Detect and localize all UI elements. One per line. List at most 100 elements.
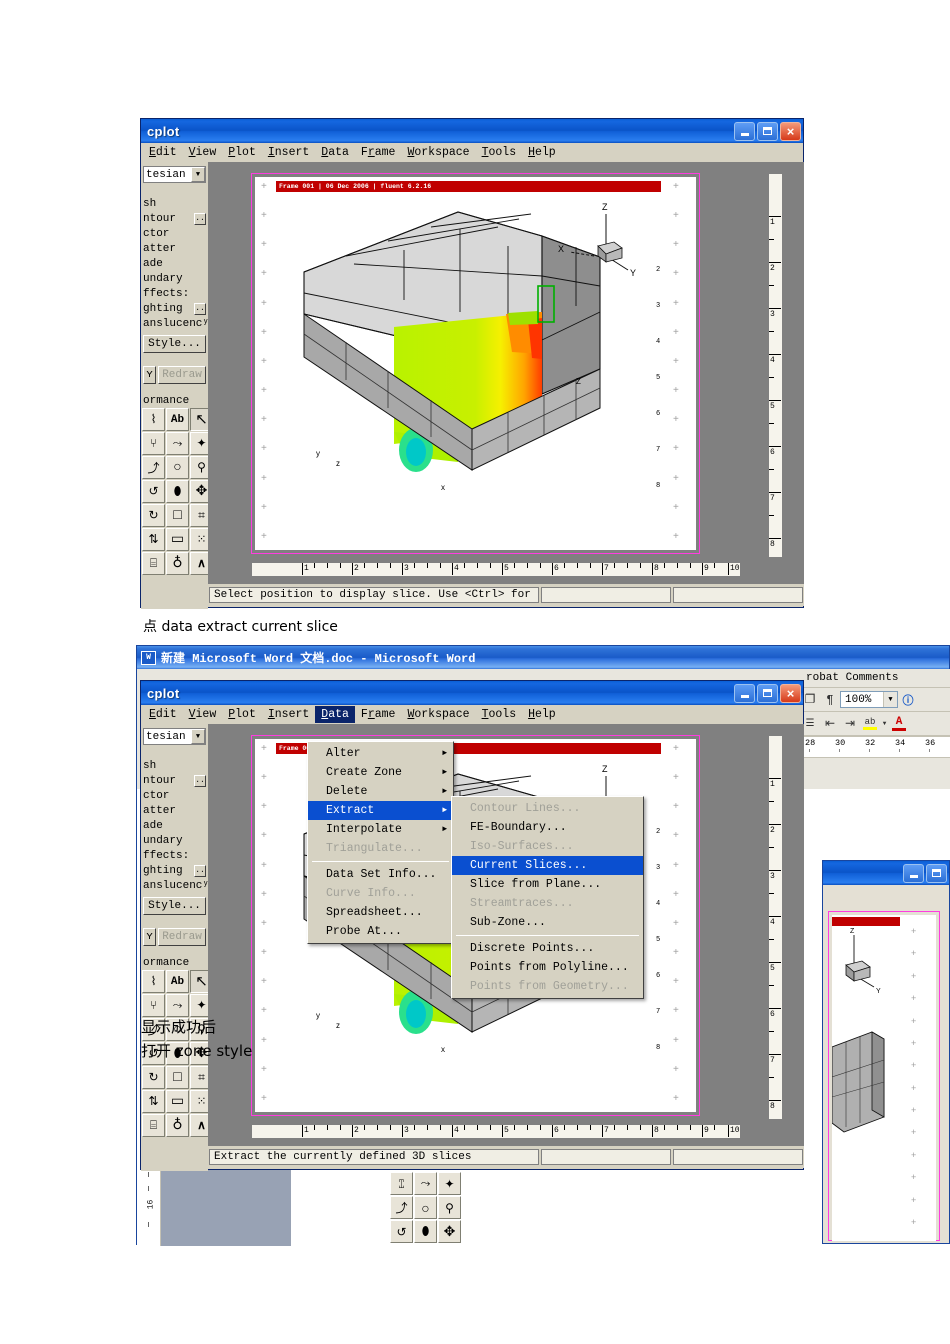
chevron-down-icon[interactable]: ▼	[883, 692, 897, 707]
globe-icon[interactable]: ♁	[166, 1114, 189, 1137]
translate-icon[interactable]: ⇅	[142, 528, 165, 551]
extract-submenu[interactable]: Contour Lines... FE-Boundary... Iso-Surf…	[451, 796, 644, 999]
window1-caption-buttons[interactable]: ×	[734, 121, 801, 141]
minimize-button[interactable]	[734, 683, 755, 703]
menu-item-extract[interactable]: Extract ►	[308, 801, 453, 820]
redraw-row[interactable]: ʏ Redraw	[141, 926, 208, 948]
window1-sidebar[interactable]: tesian ▼ sh ntour .. ctor atter ade unda…	[141, 162, 213, 609]
layer-contour[interactable]: ntour ..	[141, 773, 208, 788]
window2-sidebar[interactable]: tesian ▼ sh ntour .. ctor atter ade unda…	[141, 724, 213, 1171]
window1-menubar[interactable]: Edit View Plot Insert Data Frame Workspa…	[141, 143, 803, 162]
arc-icon[interactable]: ⤴	[390, 1196, 413, 1219]
globe-icon[interactable]: ♁	[166, 552, 189, 575]
layer-mesh[interactable]: sh	[141, 196, 208, 211]
layer-vector[interactable]: ctor	[141, 788, 208, 803]
horizontal-ruler[interactable]: 1 2 3 4 5 6 7 8 9 10	[251, 1124, 741, 1139]
redraw-small-button[interactable]: ʏ	[143, 928, 156, 946]
menu-data[interactable]: Data	[315, 144, 355, 161]
brush-icon[interactable]: ⌇	[142, 970, 165, 993]
plot-type-dropdown[interactable]: tesian ▼	[143, 728, 206, 745]
highlight-icon[interactable]: ab	[860, 714, 880, 734]
magnet-icon[interactable]: ⑂	[142, 994, 165, 1017]
spin-icon[interactable]: ↻	[142, 1066, 165, 1089]
layer-shade[interactable]: ade	[141, 256, 208, 271]
zone-style-button[interactable]: Style...	[143, 335, 206, 353]
submenu-item-slice-from-plane[interactable]: Slice from Plane...	[452, 875, 643, 894]
vertical-ruler[interactable]: 1 2 3 4 5 6 7 8	[768, 173, 783, 558]
minimize-button[interactable]	[903, 863, 924, 883]
square-icon[interactable]: □	[166, 1066, 189, 1089]
tecplot-window-2[interactable]: cplot × Edit View Plot Insert Data Frame…	[140, 680, 804, 1171]
submenu-item-fe-boundary[interactable]: FE-Boundary...	[452, 818, 643, 837]
effect-translucency[interactable]: anslucencʸ	[141, 878, 208, 893]
circle-icon[interactable]: ○	[166, 456, 189, 479]
layer-toggle-group[interactable]: sh ntour .. ctor atter ade undary ffects…	[141, 193, 208, 333]
submenu-item-current-slices[interactable]: Current Slices...	[452, 856, 643, 875]
polyline-icon[interactable]: ⤳	[166, 432, 189, 455]
menu-item-triangulate[interactable]: Triangulate...	[308, 839, 453, 858]
wand-icon[interactable]: ✦	[438, 1172, 461, 1195]
bottom-toolbar-fragment[interactable]: ⑄ ⤳ ✦ ⤴ ○ ⚲ ↺ ⬮ ✥	[390, 1172, 462, 1244]
zone-style-button[interactable]: Style...	[143, 897, 206, 915]
drawing-toolbar[interactable]: ⌇ Ab ↖ ⑂ ⤳ ✦ ⤴ ○ ⚲ ↺ ⬮ ✥ ↻ □ ⌗ ⇅ ▭ ⁙ ⌸ ♁	[141, 408, 213, 575]
menu-tools[interactable]: Tools	[476, 144, 523, 161]
minimize-button[interactable]	[734, 121, 755, 141]
tecplot-3d-plot[interactable]: Z Y X Z y z x	[276, 194, 668, 524]
effect-lighting[interactable]: ghtinɡ ..	[141, 301, 208, 316]
ellipse-icon[interactable]: ⬮	[414, 1220, 437, 1243]
layer-toggle-group[interactable]: sh ntour .. ctor atter ade undary ffects…	[141, 755, 208, 895]
word-horizontal-ruler[interactable]: 28 30 32 34 36	[797, 736, 950, 758]
arc-icon[interactable]: ⤴	[142, 456, 165, 479]
menu-help[interactable]: Help	[522, 706, 562, 723]
circle-icon[interactable]: ○	[414, 1196, 437, 1219]
layer-boundary[interactable]: undary	[141, 833, 208, 848]
acrobat-comments-menu[interactable]: robat Comments	[800, 672, 898, 684]
increase-indent-icon[interactable]: ⇥	[840, 714, 860, 734]
submenu-item-sub-zone[interactable]: Sub-Zone...	[452, 913, 643, 932]
translate-icon[interactable]: ⇅	[142, 1090, 165, 1113]
menu-plot[interactable]: Plot	[222, 706, 262, 723]
polyline-icon[interactable]: ⤳	[414, 1172, 437, 1195]
menu-tools[interactable]: Tools	[476, 706, 523, 723]
show-formatting-icon[interactable]: ¶	[820, 690, 840, 710]
menu-item-spreadsheet[interactable]: Spreadsheet...	[308, 903, 453, 922]
menu-plot[interactable]: Plot	[222, 144, 262, 161]
redraw-small-button[interactable]: ʏ	[143, 366, 156, 384]
window2-caption-buttons[interactable]: ×	[734, 683, 801, 703]
contour-detail-button[interactable]: ..	[194, 774, 206, 787]
redraw-button[interactable]: Redraw	[158, 928, 206, 946]
maximize-button[interactable]	[926, 863, 947, 883]
menu-edit[interactable]: Edit	[143, 706, 183, 723]
polyline-icon[interactable]: ⤳	[166, 994, 189, 1017]
layer-vector[interactable]: ctor	[141, 226, 208, 241]
menu-frame[interactable]: Frame	[355, 144, 402, 161]
lighting-detail-button[interactable]: ..	[194, 302, 206, 315]
rotate-icon[interactable]: ↺	[142, 480, 165, 503]
tecplot-window-1[interactable]: cplot × Edit View Plot Insert Data Frame…	[140, 118, 804, 609]
menu-frame[interactable]: Frame	[355, 706, 402, 723]
font-color-icon[interactable]: A	[889, 714, 909, 734]
word-titlebar[interactable]: W 新建 Microsoft Word 文档.doc - Microsoft W…	[137, 646, 949, 669]
help-icon[interactable]: ⓘ	[898, 690, 918, 710]
plot-type-dropdown[interactable]: tesian ▼	[143, 166, 206, 183]
submenu-item-streamtraces[interactable]: Streamtraces...	[452, 894, 643, 913]
window3-titlebar[interactable]	[823, 861, 949, 885]
magnet-icon[interactable]: ⑂	[142, 432, 165, 455]
submenu-item-points-from-geometry[interactable]: Points from Geometry...	[452, 977, 643, 996]
layer-boundary[interactable]: undary	[141, 271, 208, 286]
window2-titlebar[interactable]: cplot ×	[141, 681, 803, 705]
redraw-button[interactable]: Redraw	[158, 366, 206, 384]
chevron-down-icon[interactable]: ▼	[880, 714, 889, 734]
menu-workspace[interactable]: Workspace	[401, 706, 475, 723]
vertical-ruler[interactable]: 1 2 3 4 5 6 7 8	[768, 735, 783, 1120]
menu-edit[interactable]: Edit	[143, 144, 183, 161]
maximize-button[interactable]	[757, 683, 778, 703]
word-formatting-toolbar[interactable]: ☰ ⇤ ⇥ ab ▼ A	[797, 712, 950, 736]
zoom-combo[interactable]: 100% ▼	[840, 691, 898, 708]
menu-view[interactable]: View	[183, 144, 223, 161]
effect-translucency[interactable]: anslucencʸ	[141, 316, 208, 331]
submenu-item-iso-surfaces[interactable]: Iso-Surfaces...	[452, 837, 643, 856]
layer-shade[interactable]: ade	[141, 818, 208, 833]
menu-item-delete[interactable]: Delete ►	[308, 782, 453, 801]
rotate-icon[interactable]: ↺	[390, 1220, 413, 1243]
